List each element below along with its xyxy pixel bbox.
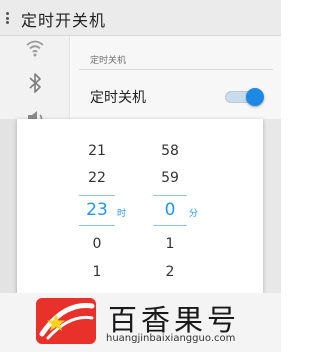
hour-selection-line-bottom [79, 225, 115, 226]
wifi-icon[interactable] [23, 36, 47, 60]
minute-option[interactable]: 1 [166, 236, 175, 252]
brand-logo-icon [36, 298, 96, 344]
hour-unit-label: 时 [117, 209, 127, 219]
hour-option[interactable]: 21 [88, 143, 106, 159]
hour-option[interactable]: 0 [93, 236, 102, 252]
minute-option[interactable]: 2 [166, 264, 175, 280]
time-picker-dialog: 21 22 23 时 0 1 58 59 0 分 1 2 [17, 119, 263, 294]
minute-option[interactable]: 58 [161, 143, 179, 159]
bluetooth-icon[interactable] [23, 71, 47, 95]
menu-dots-icon[interactable] [6, 12, 10, 24]
section-divider [79, 69, 273, 70]
app-header: 定时开关机 [0, 0, 281, 36]
hour-selected[interactable]: 23 [86, 200, 108, 220]
minute-option[interactable]: 59 [161, 170, 179, 186]
hour-option[interactable]: 1 [93, 264, 102, 280]
hour-option[interactable]: 22 [88, 170, 106, 186]
minute-selection-line-bottom [153, 225, 187, 226]
page-title: 定时开关机 [21, 11, 107, 30]
minute-unit-label: 分 [189, 209, 199, 219]
shutdown-toggle[interactable] [225, 87, 264, 107]
section-title: 定时关机 [90, 56, 127, 66]
toggle-knob [246, 88, 264, 106]
minute-selection-line-top [153, 195, 187, 196]
shutdown-row-label: 定时关机 [90, 90, 146, 106]
hour-selection-line-top [79, 195, 115, 196]
minute-selected[interactable]: 0 [165, 200, 176, 220]
brand-url: huangjinbaixiangguo.com [106, 333, 236, 344]
